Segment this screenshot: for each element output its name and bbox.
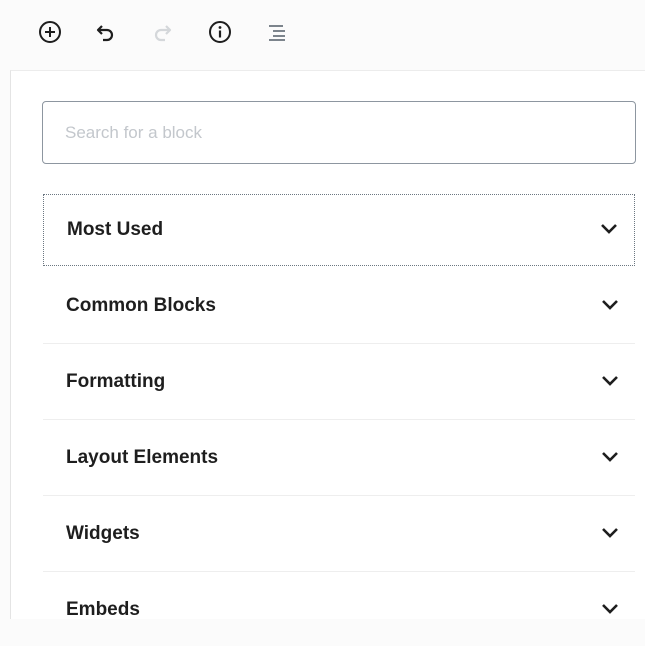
category-common-blocks[interactable]: Common Blocks (43, 270, 635, 342)
divider (43, 343, 635, 344)
category-embeds[interactable]: Embeds (43, 574, 635, 646)
undo-icon[interactable] (90, 16, 122, 48)
block-inserter-panel: Most Used Common Blocks Formatting Layou… (10, 70, 645, 620)
divider (43, 571, 635, 572)
block-navigation-icon[interactable] (261, 16, 293, 48)
category-layout-elements[interactable]: Layout Elements (43, 422, 635, 494)
add-block-icon[interactable] (34, 16, 66, 48)
editor-toolbar (0, 0, 645, 70)
category-label: Common Blocks (66, 295, 216, 316)
chevron-down-icon (601, 371, 619, 393)
divider (43, 495, 635, 496)
chevron-down-icon (600, 219, 618, 241)
block-search-field[interactable] (42, 101, 636, 164)
divider (43, 419, 635, 420)
category-label: Layout Elements (66, 447, 219, 468)
chevron-down-icon (601, 599, 619, 621)
block-search-input[interactable] (43, 102, 635, 163)
category-label: Most Used (67, 219, 164, 240)
category-label: Formatting (66, 371, 166, 392)
category-widgets[interactable]: Widgets (43, 498, 635, 570)
category-label: Embeds (66, 599, 140, 620)
category-most-used[interactable]: Most Used (43, 194, 635, 266)
redo-icon[interactable] (146, 16, 178, 48)
category-formatting[interactable]: Formatting (43, 346, 635, 418)
chevron-down-icon (601, 523, 619, 545)
info-icon[interactable] (204, 16, 236, 48)
chevron-down-icon (601, 447, 619, 469)
category-label: Widgets (66, 523, 140, 544)
chevron-down-icon (601, 295, 619, 317)
